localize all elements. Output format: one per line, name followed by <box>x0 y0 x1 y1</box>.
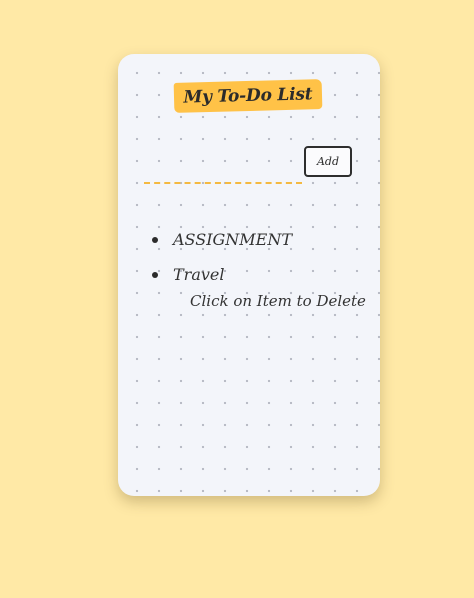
bullet-icon <box>152 271 158 278</box>
app-title: My To-Do List <box>173 79 323 113</box>
todo-item-travel[interactable]: Travel <box>152 257 292 292</box>
add-button[interactable]: Add <box>304 146 352 177</box>
todo-item-label: Travel <box>173 265 225 284</box>
delete-hint: Click on Item to Delete <box>190 292 366 310</box>
todo-input[interactable] <box>144 162 302 184</box>
todo-item-assignment[interactable]: ASSIGNMENT <box>152 222 292 257</box>
bullet-icon <box>152 236 158 243</box>
todo-list: ASSIGNMENT Travel <box>152 222 292 292</box>
todo-card: My To-Do List Add ASSIGNMENT Travel Clic… <box>118 54 380 496</box>
todo-item-label: ASSIGNMENT <box>173 230 293 249</box>
page-background: My To-Do List Add ASSIGNMENT Travel Clic… <box>0 0 474 598</box>
